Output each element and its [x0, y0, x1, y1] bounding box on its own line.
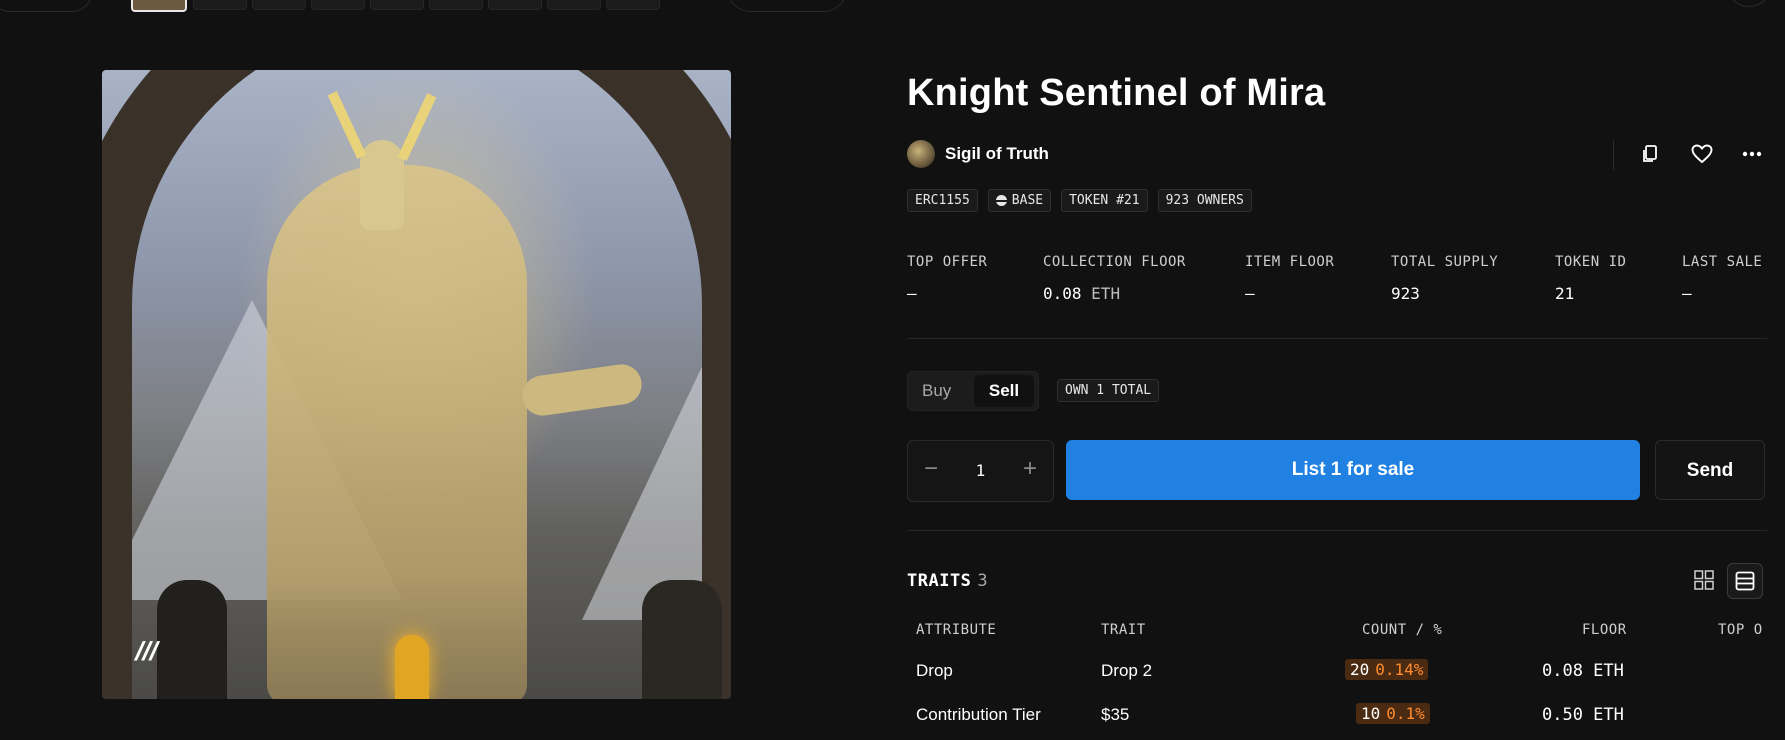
thumbnail-2[interactable] — [193, 0, 247, 10]
stat-value: – — [907, 284, 917, 303]
stat-item-floor: ITEM FLOOR – — [1245, 254, 1334, 303]
send-button[interactable]: Send — [1655, 440, 1765, 500]
thumbnail-8[interactable] — [547, 0, 601, 10]
thumbnail-4[interactable] — [311, 0, 365, 10]
stat-label: TOTAL SUPPLY — [1391, 254, 1499, 270]
chain-badge-label: BASE — [1011, 193, 1044, 208]
trait-floor: 0.08 ETH — [1542, 661, 1624, 681]
trait-attribute: Drop — [916, 661, 953, 680]
stat-value: 923 — [1391, 284, 1420, 303]
buy-tab[interactable]: Buy — [922, 381, 951, 401]
chain-badge: BASE — [987, 189, 1052, 212]
quantity-stepper: − 1 + — [907, 440, 1054, 502]
column-header-trait[interactable]: TRAIT — [1101, 622, 1146, 638]
thumbnail-1[interactable] — [131, 0, 187, 12]
sell-tab[interactable]: Sell — [974, 375, 1034, 407]
stat-number: 0.08 — [1043, 284, 1082, 303]
column-header-floor[interactable]: FLOOR — [1582, 622, 1627, 638]
trait-count: 10 — [1361, 704, 1381, 723]
more-icon[interactable] — [1738, 140, 1766, 168]
top-pill-button[interactable] — [726, 0, 848, 12]
stat-label: COLLECTION FLOOR — [1043, 254, 1186, 270]
stat-unit: ETH — [1091, 284, 1121, 303]
collection-avatar — [907, 140, 935, 168]
divider — [907, 338, 1767, 339]
thumbnail-5[interactable] — [370, 0, 424, 10]
item-title: Knight Sentinel of Mira — [907, 72, 1326, 114]
base-chain-icon — [995, 195, 1007, 206]
trait-count-badge: 20 0.14% — [1345, 659, 1429, 680]
trait-count-badge: 10 0.1% — [1356, 703, 1430, 724]
traits-heading: TRAITS 3 — [907, 571, 988, 591]
stat-label: TOP OFFER — [907, 254, 988, 270]
buy-sell-toggle: Buy Sell — [907, 371, 1039, 411]
table-row[interactable]: Drop Drop 2 20 0.14% 0.08 ETH — [0, 656, 1785, 696]
trait-floor: 0.50 ETH — [1542, 705, 1624, 725]
token-number-badge: TOKEN #21 — [1061, 189, 1148, 212]
stat-top-offer: TOP OFFER – — [907, 254, 987, 303]
top-circle-button[interactable] — [1728, 0, 1770, 7]
stat-label: LAST SALE — [1682, 254, 1763, 270]
art-sentinel-figure — [267, 165, 527, 699]
list-for-sale-button[interactable]: List 1 for sale — [1066, 440, 1640, 500]
collection-link[interactable]: Sigil of Truth — [907, 140, 1049, 168]
heart-icon[interactable] — [1688, 140, 1716, 168]
trait-value: Drop 2 — [1101, 661, 1153, 680]
stat-total-supply: TOTAL SUPPLY 923 — [1391, 254, 1498, 303]
column-header-count[interactable]: COUNT / % — [1362, 622, 1442, 638]
column-header-attribute[interactable]: ATTRIBUTE — [916, 622, 996, 638]
copy-icon[interactable] — [1636, 140, 1664, 168]
token-badges: ERC1155 BASE TOKEN #21 923 OWNERS — [907, 189, 1252, 212]
divider — [907, 530, 1767, 531]
stat-value: – — [1682, 284, 1692, 303]
stat-collection-floor: COLLECTION FLOOR 0.08 ETH — [1043, 254, 1186, 303]
thumbnail-3[interactable] — [252, 0, 306, 10]
traits-title: TRAITS — [907, 571, 972, 591]
owners-badge[interactable]: 923 OWNERS — [1157, 189, 1252, 212]
collection-name: Sigil of Truth — [945, 144, 1049, 163]
art-sentinel-head — [360, 140, 404, 230]
trait-percent: 0.14% — [1375, 660, 1424, 679]
top-navigation-strip — [0, 0, 1785, 12]
table-row[interactable]: Contribution Tier $35 10 0.1% 0.50 ETH — [0, 700, 1785, 740]
stat-last-sale: LAST SALE – — [1682, 254, 1762, 303]
thumbnail-9[interactable] — [606, 0, 660, 10]
trait-attribute: Contribution Tier — [916, 705, 1041, 724]
column-header-top-offer[interactable]: TOP O — [1718, 622, 1763, 638]
increment-button[interactable]: + — [1023, 455, 1037, 483]
thumbnail-7[interactable] — [488, 0, 542, 10]
thumbnail-6[interactable] — [429, 0, 483, 10]
trait-value: $35 — [1101, 705, 1130, 724]
standard-badge: ERC1155 — [907, 189, 978, 212]
stat-label: ITEM FLOOR — [1245, 254, 1335, 270]
nft-artwork[interactable]: /// — [102, 70, 731, 699]
stat-token-id: TOKEN ID 21 — [1555, 254, 1626, 303]
stat-label: TOKEN ID — [1555, 254, 1627, 270]
traits-count: 3 — [977, 571, 989, 591]
trait-count: 20 — [1350, 660, 1370, 679]
list-icon[interactable] — [1727, 563, 1763, 599]
actions-divider — [1613, 140, 1614, 170]
grid-icon[interactable] — [1694, 570, 1716, 592]
stat-value: 0.08 ETH — [1043, 284, 1186, 303]
stats-row: TOP OFFER – COLLECTION FLOOR 0.08 ETH IT… — [907, 254, 1777, 304]
stat-value: – — [1245, 284, 1255, 303]
stat-value: 21 — [1555, 284, 1575, 303]
back-pill-button[interactable] — [0, 0, 92, 12]
own-count-badge: OWN 1 TOTAL — [1057, 379, 1160, 402]
trait-percent: 0.1% — [1386, 704, 1425, 723]
